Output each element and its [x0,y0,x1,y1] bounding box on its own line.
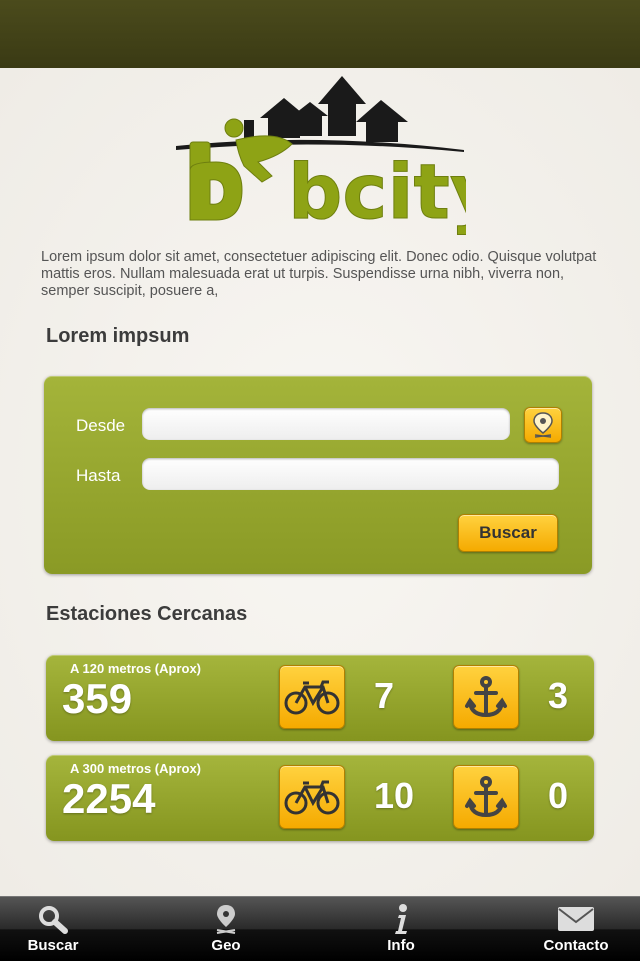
top-header-bar [0,0,640,68]
docks-count: 3 [548,675,569,716]
tab-label: Buscar [27,937,79,954]
tab-label: Geo [211,937,241,954]
station-distance: A 300 metros (Aprox) [70,761,201,776]
tab-contacto[interactable]: Contacto [516,897,636,961]
info-icon [395,904,407,934]
docks-count: 0 [548,775,569,816]
to-label: Hasta [76,466,121,485]
bcity-logo: bcity [176,76,466,237]
map-pin-icon [533,412,553,438]
tab-geo[interactable]: Geo [166,897,286,961]
tab-bar: Buscar Geo Info Contacto [0,896,640,961]
station-distance: A 120 metros (Aprox) [70,661,201,676]
anchor-icon [465,676,507,718]
from-input[interactable] [142,408,510,440]
tab-info[interactable]: Info [341,897,461,961]
docks-icon-box [453,665,519,729]
bikes-icon-box [279,765,345,829]
from-label: Desde [76,416,126,435]
tab-label: Info [387,937,415,954]
search-button[interactable]: Buscar [458,514,558,552]
tab-label: Contacto [543,937,609,954]
bikes-icon-box [279,665,345,729]
anchor-icon [465,776,507,818]
logo-wordmark: bcity [288,147,466,236]
bicycle-icon [284,680,340,715]
search-icon [39,906,68,934]
stations-heading: Estaciones Cercanas [46,603,248,625]
station-code: 2254 [62,775,156,822]
mail-icon [558,907,594,931]
intro-paragraph: Lorem ipsum dolor sit amet, consectetuer… [41,249,597,299]
locate-button[interactable] [524,407,562,443]
docks-icon-box [453,765,519,829]
station-card[interactable]: A 300 metros (Aprox) 2254 10 0 [46,755,594,841]
bikes-count: 10 [374,775,415,816]
bicycle-icon [284,780,340,815]
search-heading: Lorem impsum [46,325,190,347]
map-pin-icon [216,905,236,934]
bikes-count: 7 [374,675,395,716]
tab-buscar[interactable]: Buscar [0,897,113,961]
to-input[interactable] [142,458,559,490]
station-code: 359 [62,675,133,722]
station-card[interactable]: A 120 metros (Aprox) 359 7 3 [46,655,594,741]
